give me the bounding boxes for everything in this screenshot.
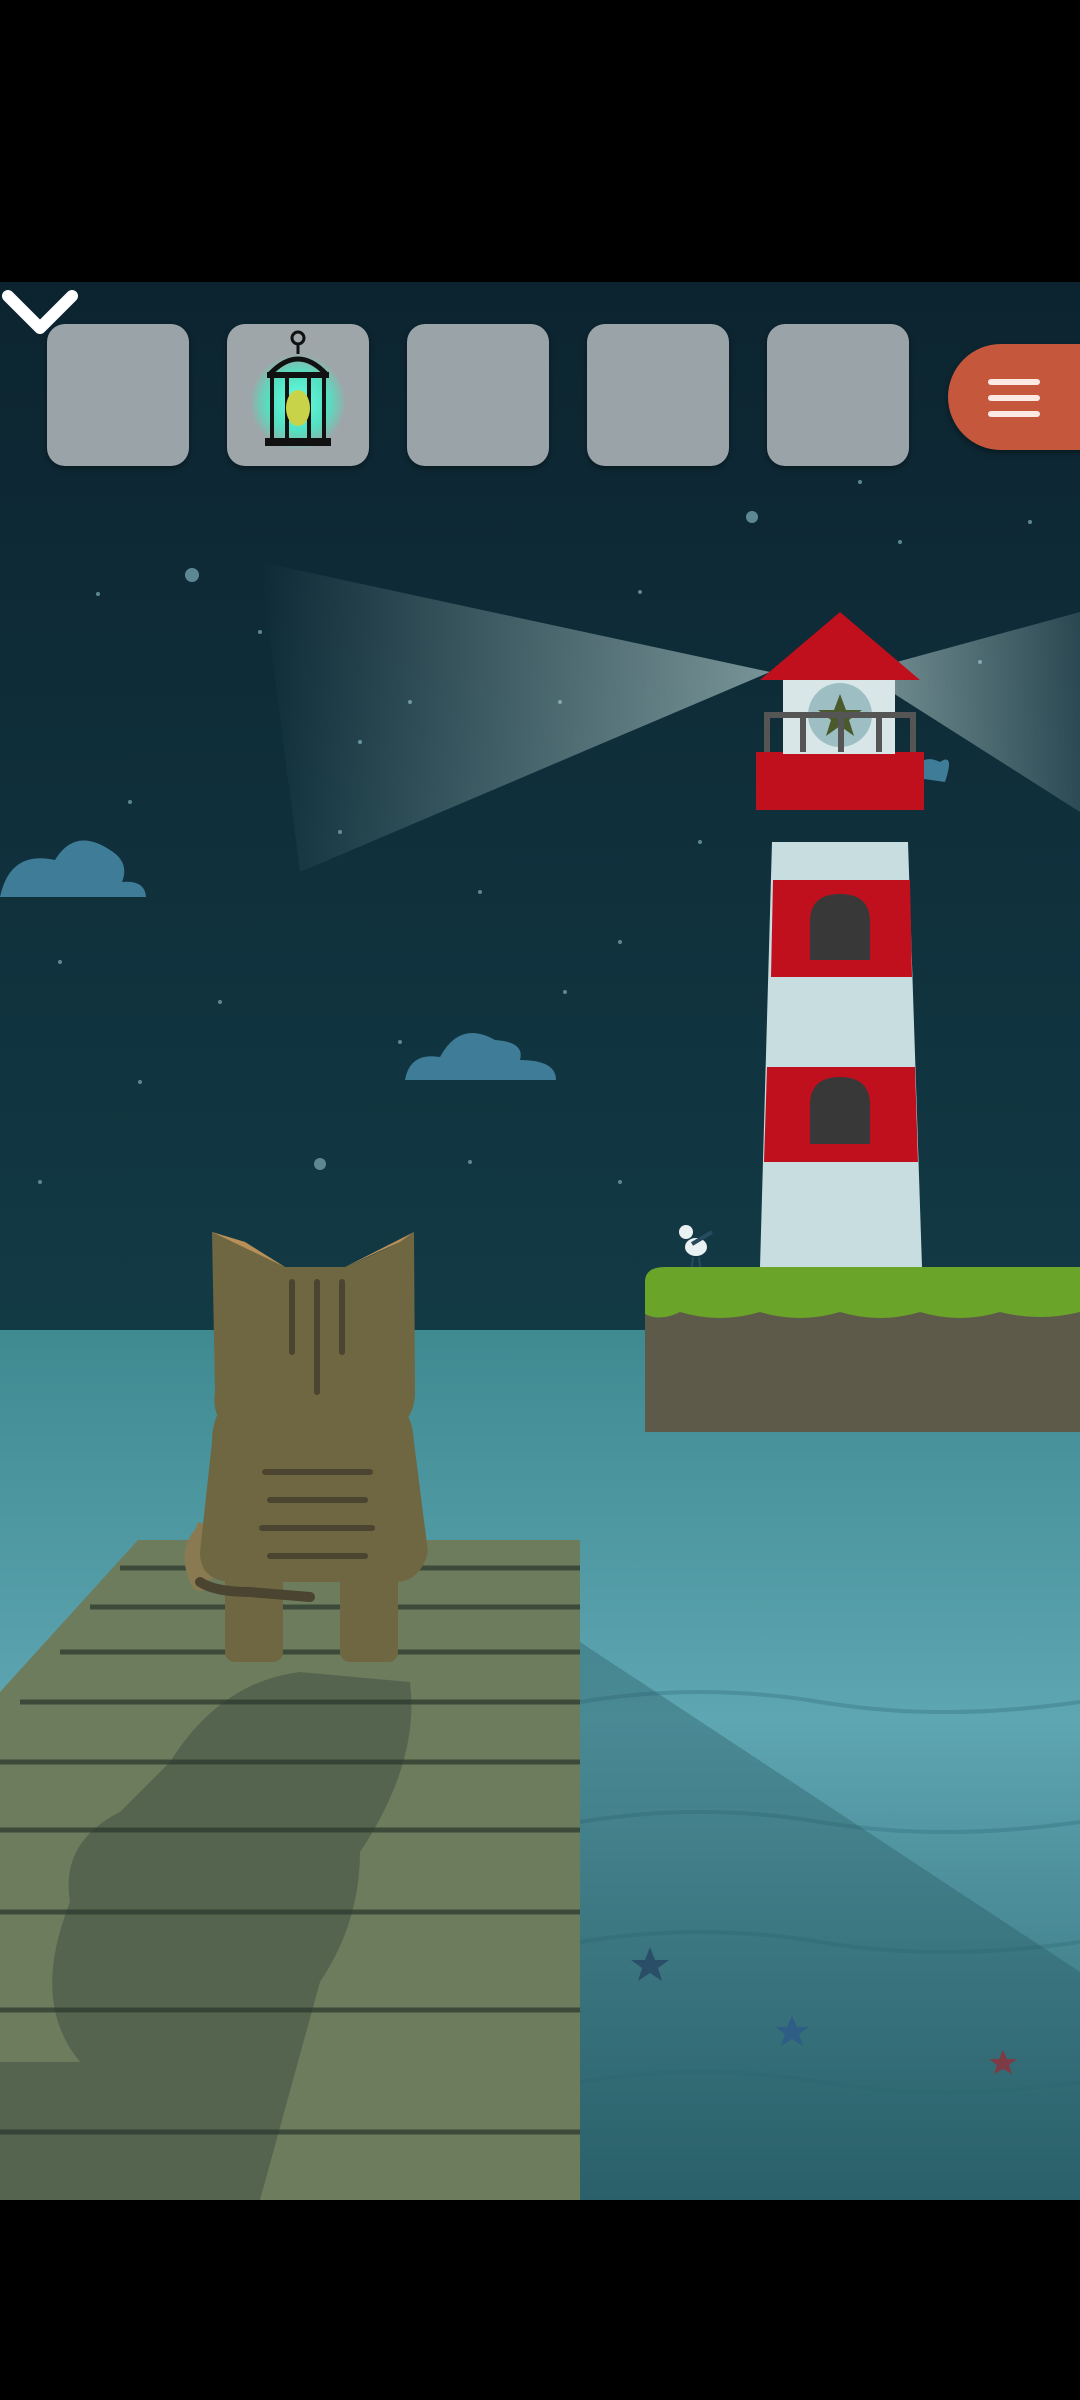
scene-art	[0, 282, 1080, 2200]
lantern-icon	[250, 330, 346, 450]
inventory-slot-3[interactable]	[407, 324, 549, 466]
chevron-down-icon[interactable]	[0, 282, 80, 342]
inventory-slot-4[interactable]	[587, 324, 729, 466]
inventory-slot-5[interactable]	[767, 324, 909, 466]
inventory-slot-2[interactable]	[227, 324, 369, 466]
bottom-letterbox	[0, 2200, 1080, 2400]
top-letterbox	[0, 0, 1080, 282]
cliff	[645, 1302, 1080, 1432]
grass	[645, 1267, 1080, 1318]
inventory-slot-1[interactable]	[47, 324, 189, 466]
cat-player	[184, 1232, 428, 1662]
menu-button[interactable]	[948, 344, 1080, 450]
wooden-pier	[0, 1540, 580, 2200]
game-scene[interactable]	[0, 282, 1080, 2200]
